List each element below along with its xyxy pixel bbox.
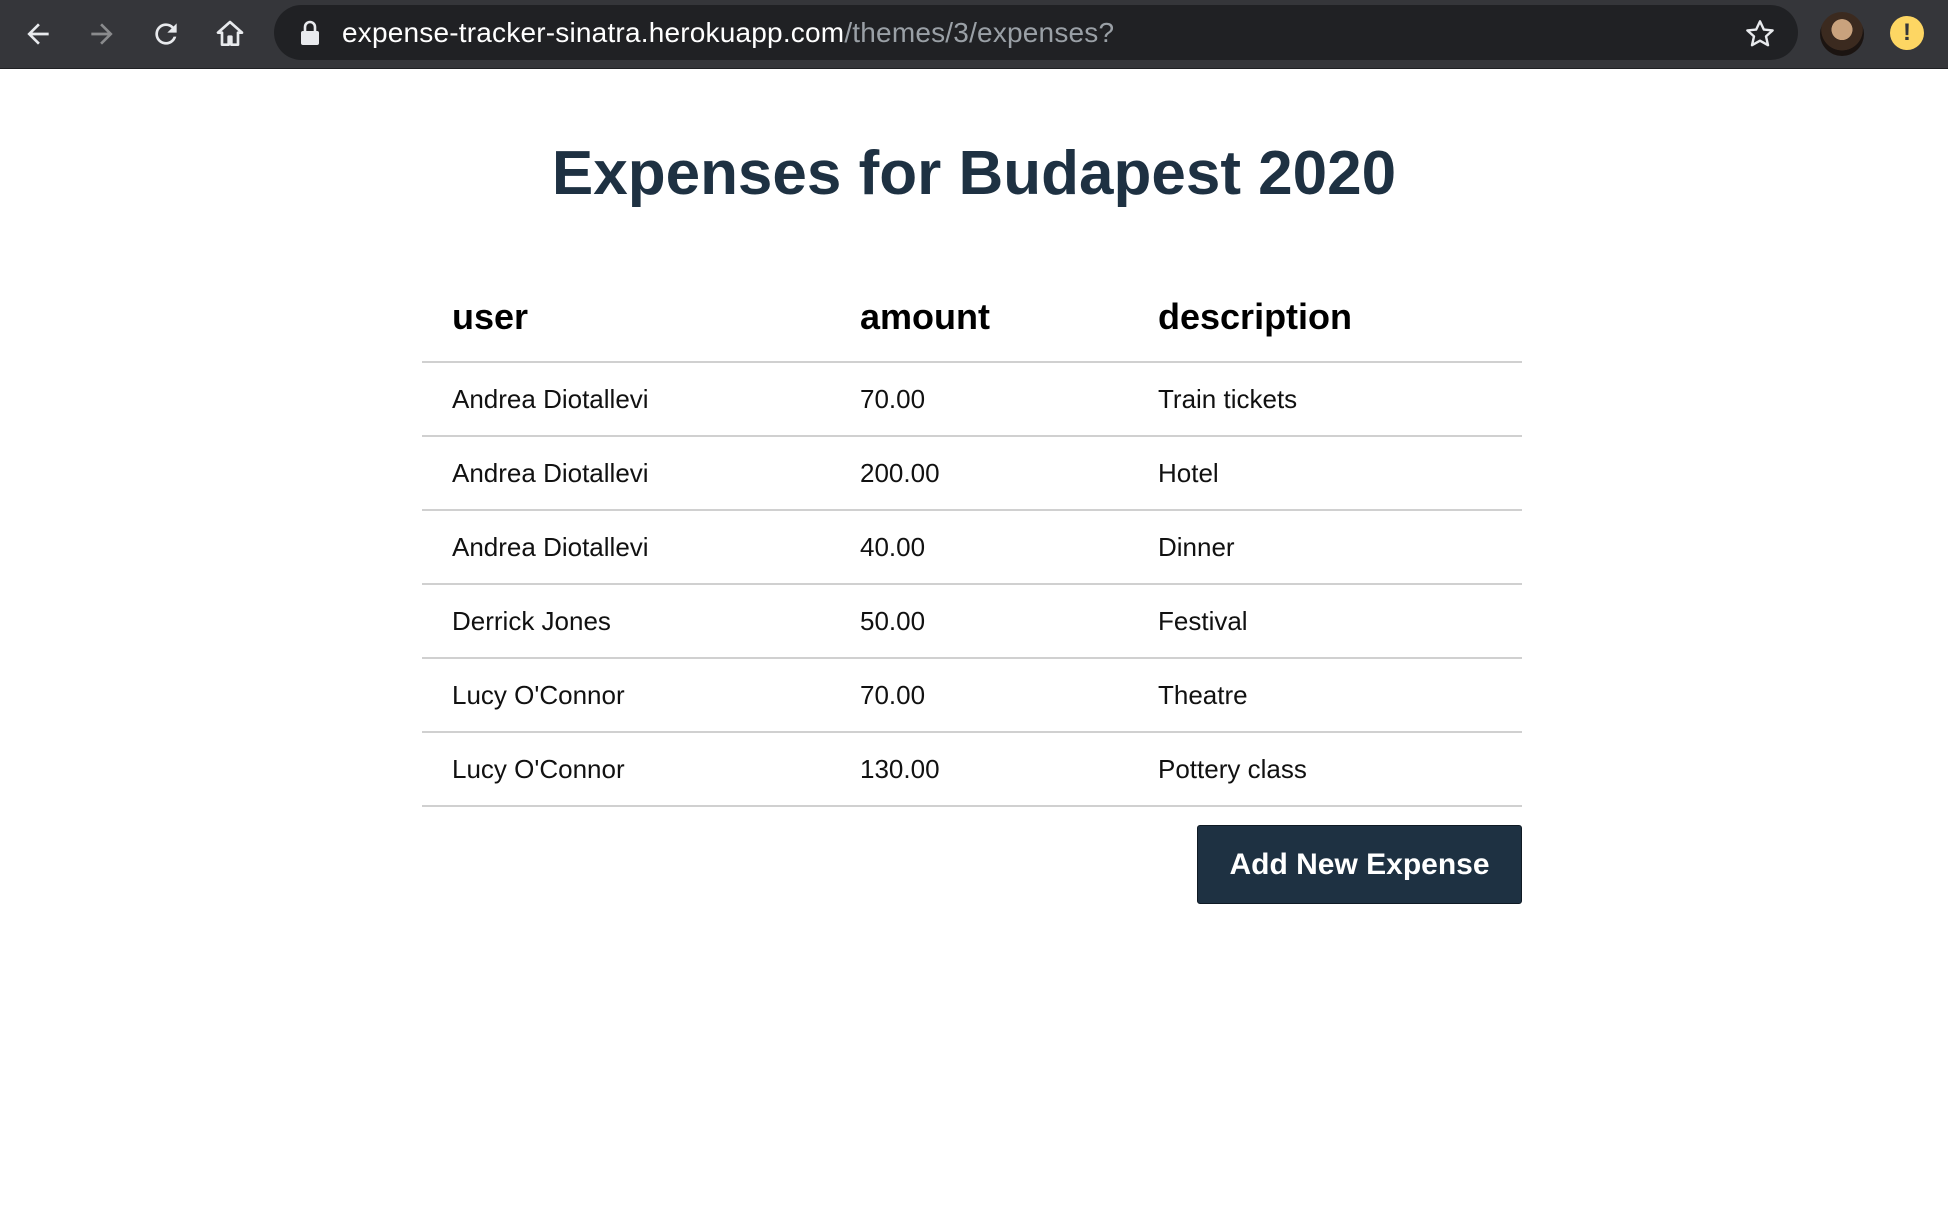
reload-icon xyxy=(155,23,177,45)
back-arrow-icon xyxy=(27,23,49,45)
column-header-description: description xyxy=(1158,296,1353,337)
cell-user: Lucy O'Connor xyxy=(452,754,625,784)
table-row: Lucy O'Connor 130.00 Pottery class xyxy=(422,733,1522,807)
cell-amount: 40.00 xyxy=(860,532,926,562)
alert-icon[interactable]: ! xyxy=(1890,16,1924,50)
cell-amount: 130.00 xyxy=(860,754,940,784)
table-header-row: user amount description xyxy=(422,280,1522,363)
address-bar[interactable]: expense-tracker-sinatra.herokuapp.com/th… xyxy=(274,5,1798,60)
cell-user: Andrea Diotallevi xyxy=(452,384,649,414)
cell-amount: 200.00 xyxy=(860,458,940,488)
table-row: Andrea Diotallevi 200.00 Hotel xyxy=(422,437,1522,511)
cell-user: Derrick Jones xyxy=(452,606,611,636)
table-row: Lucy O'Connor 70.00 Theatre xyxy=(422,659,1522,733)
column-header-amount: amount xyxy=(860,296,990,337)
url-host: expense-tracker-sinatra.herokuapp.com xyxy=(342,17,845,48)
cell-amount: 70.00 xyxy=(860,680,926,710)
table-row: Andrea Diotallevi 70.00 Train tickets xyxy=(422,363,1522,437)
cell-description: Pottery class xyxy=(1158,754,1307,784)
profile-avatar[interactable] xyxy=(1820,12,1864,56)
add-new-expense-button[interactable]: Add New Expense xyxy=(1197,825,1522,904)
table-row: Andrea Diotallevi 40.00 Dinner xyxy=(422,511,1522,585)
browser-toolbar: expense-tracker-sinatra.herokuapp.com/th… xyxy=(0,0,1948,69)
cell-description: Festival xyxy=(1158,606,1248,636)
url-path: /themes/3/expenses? xyxy=(844,17,1115,48)
url-text[interactable]: expense-tracker-sinatra.herokuapp.com/th… xyxy=(342,18,1114,48)
cell-description: Theatre xyxy=(1158,680,1248,710)
home-icon xyxy=(216,20,244,46)
expenses-table: user amount description Andrea Diotallev… xyxy=(422,280,1522,807)
lock-icon xyxy=(301,20,319,45)
cell-user: Lucy O'Connor xyxy=(452,680,625,710)
cell-amount: 70.00 xyxy=(860,384,926,414)
cell-user: Andrea Diotallevi xyxy=(452,532,649,562)
forward-arrow-icon xyxy=(91,23,113,45)
forward-button[interactable] xyxy=(78,10,126,58)
cell-description: Train tickets xyxy=(1158,384,1298,414)
reload-button[interactable] xyxy=(142,10,190,58)
cell-amount: 50.00 xyxy=(860,606,926,636)
home-button[interactable] xyxy=(206,10,254,58)
cell-user: Andrea Diotallevi xyxy=(452,458,649,488)
cell-description: Hotel xyxy=(1158,458,1219,488)
table-row: Derrick Jones 50.00 Festival xyxy=(422,585,1522,659)
bookmark-star-icon[interactable] xyxy=(1744,18,1776,50)
page-title: Expenses for Budapest 2020 xyxy=(551,139,1397,208)
column-header-user: user xyxy=(452,296,529,337)
back-button[interactable] xyxy=(14,10,62,58)
cell-description: Dinner xyxy=(1158,532,1235,562)
